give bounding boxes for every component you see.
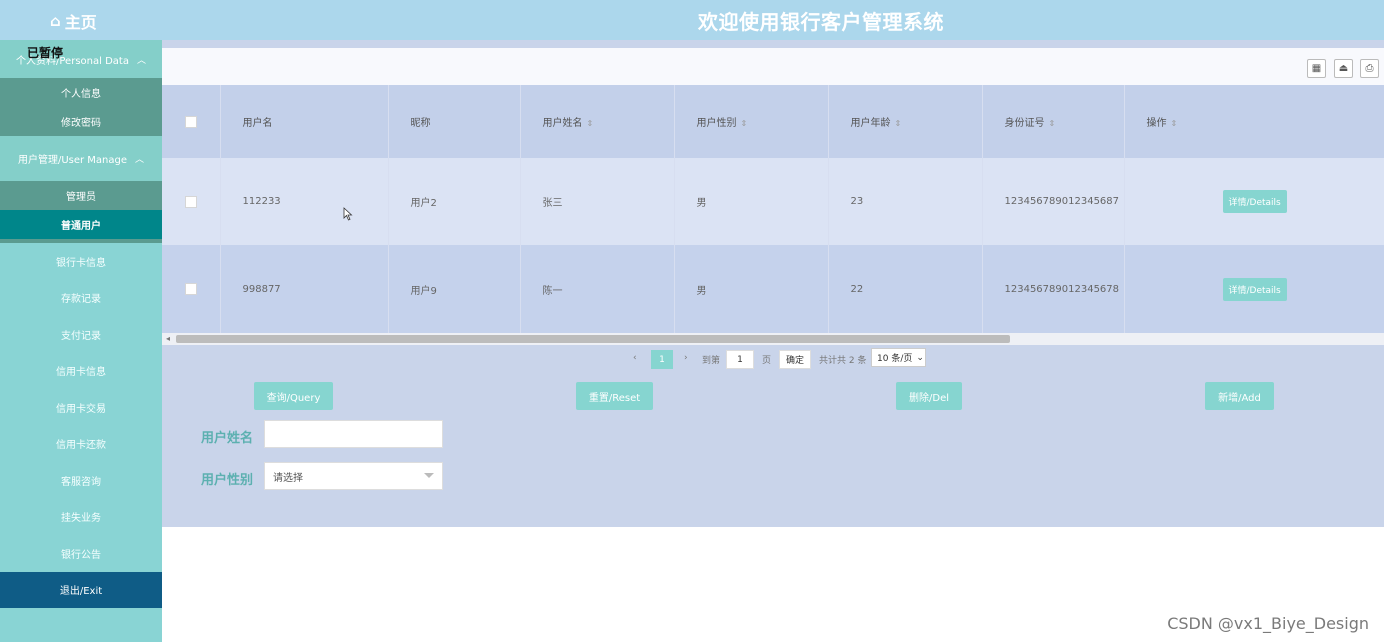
row-select-cell [162, 158, 221, 245]
pagination: ‹ 1 › 到第 1 页 确定 共计共 2 条 10 条/页 ⌄ [162, 345, 1384, 375]
row-checkbox[interactable] [184, 195, 197, 208]
table-header-row: 用户名 昵称 用户姓名 ⇕ 用户性别 ⇕ 用户年龄 ⇕ 身份证号 ⇕ 操作 ⇕ [162, 85, 1384, 158]
cell-gender: 男 [674, 158, 829, 245]
cell-id-number: 123456789012345687 [982, 158, 1125, 245]
query-button[interactable]: 查询/Query [254, 382, 333, 410]
columns-icon[interactable]: ▦ [1307, 59, 1326, 78]
total-count: 共计共 2 条 [819, 356, 867, 366]
sidebar-subpanel-personal: 个人信息 修改密码 [0, 78, 162, 136]
chevron-up-icon: ︿ [136, 55, 146, 66]
cell-nickname: 用户2 [388, 158, 521, 245]
table-toolbar: ▦ ⏏ ⎙ [162, 48, 1384, 85]
column-header-nickname: 昵称 [388, 85, 521, 158]
column-header-username: 用户名 [220, 85, 389, 158]
row-select-cell [162, 245, 221, 333]
mouse-cursor-icon [343, 207, 353, 221]
cell-username: 112233 [220, 158, 389, 245]
page-button-current[interactable]: 1 [651, 350, 673, 369]
sidebar-group-user-manage[interactable]: 用户管理/User Manage ︿ [0, 136, 162, 181]
delete-button[interactable]: 删除/Del [896, 382, 962, 410]
column-header-name[interactable]: 用户姓名 ⇕ [520, 85, 675, 158]
home-link[interactable]: ⌂ 主页 [50, 9, 97, 33]
sort-icon[interactable]: ⇕ [741, 119, 748, 128]
export-icon[interactable]: ⏏ [1334, 59, 1353, 78]
caret-down-icon [424, 473, 434, 478]
sidebar: 个人资料/Personal Data ︿ 个人信息 修改密码 用户管理/User… [0, 40, 162, 642]
search-panel: 查询/Query 重置/Reset 删除/Del 新增/Add 用户姓名 用户性… [162, 375, 1384, 527]
goto-page-input[interactable]: 1 [726, 350, 754, 369]
sidebar-group-personal-data[interactable]: 个人资料/Personal Data ︿ [0, 40, 162, 78]
prev-page-icon[interactable]: ‹ [633, 353, 637, 363]
goto-label: 到第 [702, 356, 721, 366]
sidebar-item-credit-repayment[interactable]: 信用卡还款 [0, 426, 162, 463]
column-header-id-number[interactable]: 身份证号 ⇕ [982, 85, 1125, 158]
sidebar-item-admin[interactable]: 管理员 [0, 181, 162, 210]
paused-overlay: 已暂停 [27, 46, 64, 60]
details-button[interactable]: 详情/Details [1222, 277, 1287, 301]
watermark: CSDN @vx1_Biye_Design [1167, 614, 1369, 633]
sidebar-item-bank-card[interactable]: 银行卡信息 [0, 243, 162, 280]
top-header: ⌂ 主页 欢迎使用银行客户管理系统 [0, 0, 1384, 40]
sidebar-item-credit-transactions[interactable]: 信用卡交易 [0, 389, 162, 426]
scrollbar-thumb[interactable] [176, 335, 1010, 343]
table-row: 112233 用户2 张三 男 23 123456789012345687 详情… [162, 158, 1384, 245]
next-page-icon[interactable]: › [684, 353, 688, 363]
cell-action: 详情/Details [1124, 245, 1384, 333]
sidebar-item-payments[interactable]: 支付记录 [0, 316, 162, 353]
cell-username: 998877 [220, 245, 389, 333]
gender-field-label: 用户性别 [201, 473, 254, 488]
sidebar-item-customer-service[interactable]: 客服咨询 [0, 462, 162, 499]
sort-icon[interactable]: ⇕ [1171, 119, 1178, 128]
reset-button[interactable]: 重置/Reset [576, 382, 653, 410]
scroll-left-icon[interactable]: ◂ [166, 334, 170, 343]
cell-action: 详情/Details [1124, 158, 1384, 245]
cell-id-number: 123456789012345678 [982, 245, 1125, 333]
sort-icon[interactable]: ⇕ [1049, 119, 1056, 128]
column-header-gender[interactable]: 用户性别 ⇕ [674, 85, 829, 158]
page-unit-label: 页 [762, 356, 772, 366]
chevron-down-icon: ⌄ [916, 352, 924, 363]
horizontal-scrollbar[interactable]: ◂ [162, 333, 1384, 345]
select-all-checkbox[interactable] [184, 115, 197, 128]
page-size-select[interactable]: 10 条/页 ⌄ [871, 348, 926, 367]
header-strip [162, 40, 1384, 48]
sidebar-item-credit-card[interactable]: 信用卡信息 [0, 353, 162, 390]
sort-icon[interactable]: ⇕ [587, 119, 594, 128]
cell-gender: 男 [674, 245, 829, 333]
chevron-up-icon: ︿ [135, 155, 145, 165]
name-search-input[interactable] [264, 420, 443, 448]
cell-name: 陈一 [520, 245, 675, 333]
print-icon[interactable]: ⎙ [1360, 59, 1379, 78]
cell-age: 23 [828, 158, 983, 245]
app-title: 欢迎使用银行客户管理系统 [698, 10, 944, 34]
details-button[interactable]: 详情/Details [1222, 190, 1287, 213]
sidebar-item-deposits[interactable]: 存款记录 [0, 280, 162, 317]
page-size-value: 10 条/页 [877, 354, 913, 364]
goto-confirm-button[interactable]: 确定 [779, 350, 811, 369]
sidebar-item-regular-users[interactable]: 普通用户 [0, 210, 162, 239]
select-all-cell [162, 85, 221, 158]
sidebar-item-announcements[interactable]: 银行公告 [0, 535, 162, 572]
table-row: 998877 用户9 陈一 男 22 123456789012345678 详情… [162, 245, 1384, 333]
column-header-age[interactable]: 用户年龄 ⇕ [828, 85, 983, 158]
gender-select[interactable]: 请选择 [264, 462, 443, 490]
add-button[interactable]: 新增/Add [1205, 382, 1274, 410]
row-checkbox[interactable] [184, 283, 197, 295]
cell-nickname: 用户9 [388, 245, 521, 333]
column-header-action[interactable]: 操作 ⇕ [1124, 85, 1384, 158]
sidebar-item-personal-info[interactable]: 个人信息 [0, 78, 162, 107]
main-content: ▦ ⏏ ⎙ 用户名 昵称 用户姓名 ⇕ 用户性别 ⇕ 用户年龄 ⇕ 身份证号 ⇕ 操作 ⇕ [162, 48, 1384, 642]
sidebar-group-label: 用户管理/User Manage [17, 155, 128, 166]
sidebar-subpanel-user: 管理员 普通用户 [0, 181, 162, 243]
name-field-label: 用户姓名 [201, 431, 254, 446]
exit-button[interactable]: 退出/Exit [0, 571, 162, 608]
home-icon: ⌂ [50, 12, 61, 30]
sort-icon[interactable]: ⇕ [895, 119, 902, 128]
cell-name: 张三 [520, 158, 675, 245]
home-label: 主页 [64, 13, 97, 32]
gender-select-placeholder: 请选择 [273, 472, 303, 484]
cell-age: 22 [828, 245, 983, 333]
sidebar-item-report-loss[interactable]: 挂失业务 [0, 499, 162, 536]
sidebar-item-change-password[interactable]: 修改密码 [0, 107, 162, 136]
